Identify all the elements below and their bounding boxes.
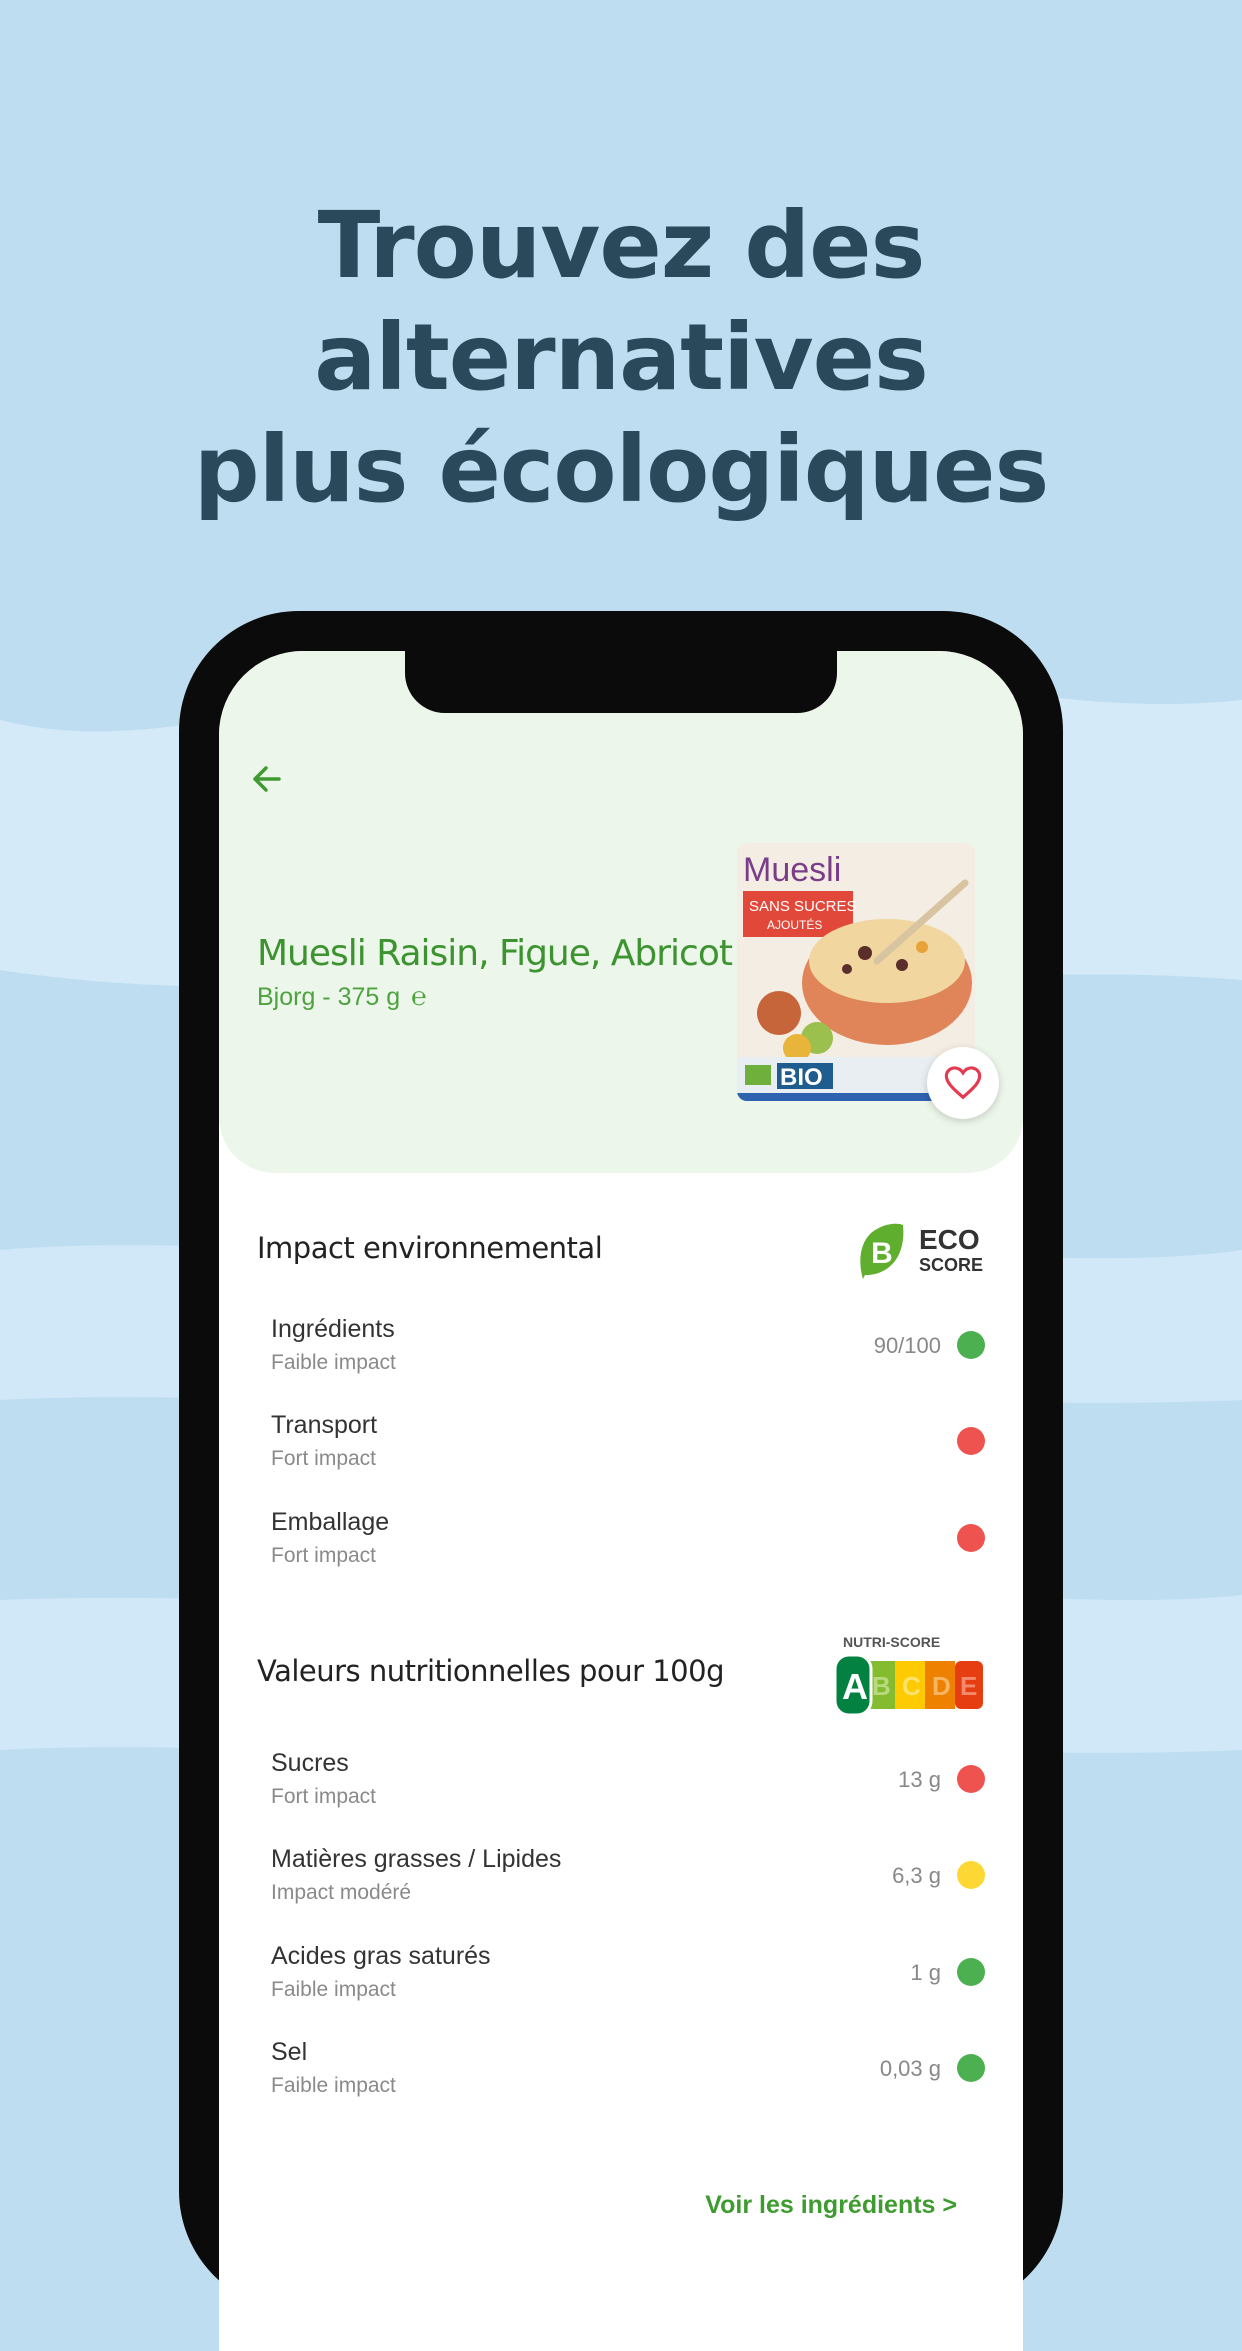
status-dot bbox=[957, 1524, 985, 1552]
row-value: 6,3 g bbox=[892, 1863, 941, 1888]
nutrition-row-fats[interactable]: Matières grasses / Lipides Impact modéré… bbox=[271, 1845, 985, 1915]
status-dot bbox=[957, 1861, 985, 1889]
product-header: Muesli Raisin, Figue, Abricot Bjorg - 37… bbox=[219, 651, 1023, 1173]
nutri-score-badge: NUTRI-SCORE A B C D E bbox=[833, 1633, 985, 1717]
image-banner-2: AJOUTÉS bbox=[767, 917, 822, 932]
eco-score-grade: B bbox=[871, 1237, 893, 1270]
nutri-grade-d: D bbox=[932, 1671, 951, 1701]
eco-score-badge: B ECO SCORE bbox=[853, 1219, 993, 1283]
row-label: Transport bbox=[271, 1411, 378, 1439]
nutri-grade-b: B bbox=[872, 1671, 891, 1701]
row-label: Emballage bbox=[271, 1508, 390, 1536]
row-value: 13 g bbox=[898, 1767, 941, 1792]
nutri-grade-e: E bbox=[960, 1671, 977, 1701]
product-name: Muesli Raisin, Figue, Abricot bbox=[257, 933, 733, 974]
environment-row-packaging[interactable]: Emballage Fort impact bbox=[271, 1508, 985, 1578]
row-desc: Fort impact bbox=[271, 1785, 377, 1808]
environment-title: Impact environnemental bbox=[257, 1231, 603, 1265]
status-dot bbox=[957, 2054, 985, 2082]
environment-row-transport[interactable]: Transport Fort impact bbox=[271, 1411, 985, 1481]
row-desc: Faible impact bbox=[271, 1978, 396, 2001]
status-dot bbox=[957, 1765, 985, 1793]
row-label: Acides gras saturés bbox=[271, 1942, 491, 1970]
phone-notch bbox=[405, 651, 837, 713]
row-label: Sel bbox=[271, 2038, 308, 2066]
headline-line-1: Trouvez des alternatives bbox=[314, 192, 929, 411]
nutri-score-caption: NUTRI-SCORE bbox=[843, 1634, 940, 1650]
phone-frame: Muesli Raisin, Figue, Abricot Bjorg - 37… bbox=[179, 611, 1063, 2351]
row-label: Ingrédients bbox=[271, 1315, 395, 1343]
row-desc: Fort impact bbox=[271, 1544, 377, 1567]
nutrition-row-salt[interactable]: Sel Faible impact 0,03 g bbox=[271, 2038, 985, 2108]
phone-screen: Muesli Raisin, Figue, Abricot Bjorg - 37… bbox=[219, 651, 1023, 2351]
see-ingredients-link[interactable]: Voir les ingrédients > bbox=[705, 2191, 957, 2220]
row-desc: Impact modéré bbox=[271, 1881, 412, 1904]
image-banner-1: SANS SUCRES bbox=[749, 898, 857, 915]
row-desc: Faible impact bbox=[271, 2074, 396, 2097]
nutrition-title: Valeurs nutritionnelles pour 100g bbox=[257, 1654, 724, 1688]
headline: Trouvez des alternatives plus écologique… bbox=[0, 190, 1242, 526]
image-bio: BIO bbox=[780, 1064, 823, 1091]
nutri-grade-a: A bbox=[842, 1666, 868, 1707]
row-value: 0,03 g bbox=[879, 2056, 941, 2081]
status-dot bbox=[957, 1958, 985, 1986]
product-subtitle: Bjorg - 375 g bbox=[257, 983, 401, 1011]
product-brand-weight: Bjorg - 375 g ℮ bbox=[257, 981, 427, 1012]
heart-icon bbox=[944, 1066, 982, 1100]
status-dot bbox=[957, 1331, 985, 1359]
image-title: Muesli bbox=[743, 851, 841, 889]
favorite-button[interactable] bbox=[927, 1047, 999, 1119]
nutrition-row-sugars[interactable]: Sucres Fort impact 13 g bbox=[271, 1749, 985, 1819]
status-dot bbox=[957, 1427, 985, 1455]
row-desc: Faible impact bbox=[271, 1351, 396, 1374]
eco-score-label-bottom: SCORE bbox=[919, 1255, 983, 1275]
estimated-sign-icon: ℮ bbox=[411, 981, 427, 1011]
row-value: 1 g bbox=[910, 1960, 941, 1985]
nutri-grade-c: C bbox=[902, 1671, 921, 1701]
headline-line-2: plus écologiques bbox=[193, 416, 1049, 523]
back-arrow-icon[interactable] bbox=[247, 759, 287, 799]
row-label: Sucres bbox=[271, 1749, 349, 1777]
row-label: Matières grasses / Lipides bbox=[271, 1845, 562, 1873]
eco-score-label-top: ECO bbox=[919, 1224, 980, 1255]
row-desc: Fort impact bbox=[271, 1447, 377, 1470]
environment-row-ingredients[interactable]: Ingrédients Faible impact 90/100 bbox=[271, 1315, 985, 1385]
row-value: 90/100 bbox=[873, 1333, 941, 1358]
nutrition-row-saturated-fats[interactable]: Acides gras saturés Faible impact 1 g bbox=[271, 1942, 985, 2012]
